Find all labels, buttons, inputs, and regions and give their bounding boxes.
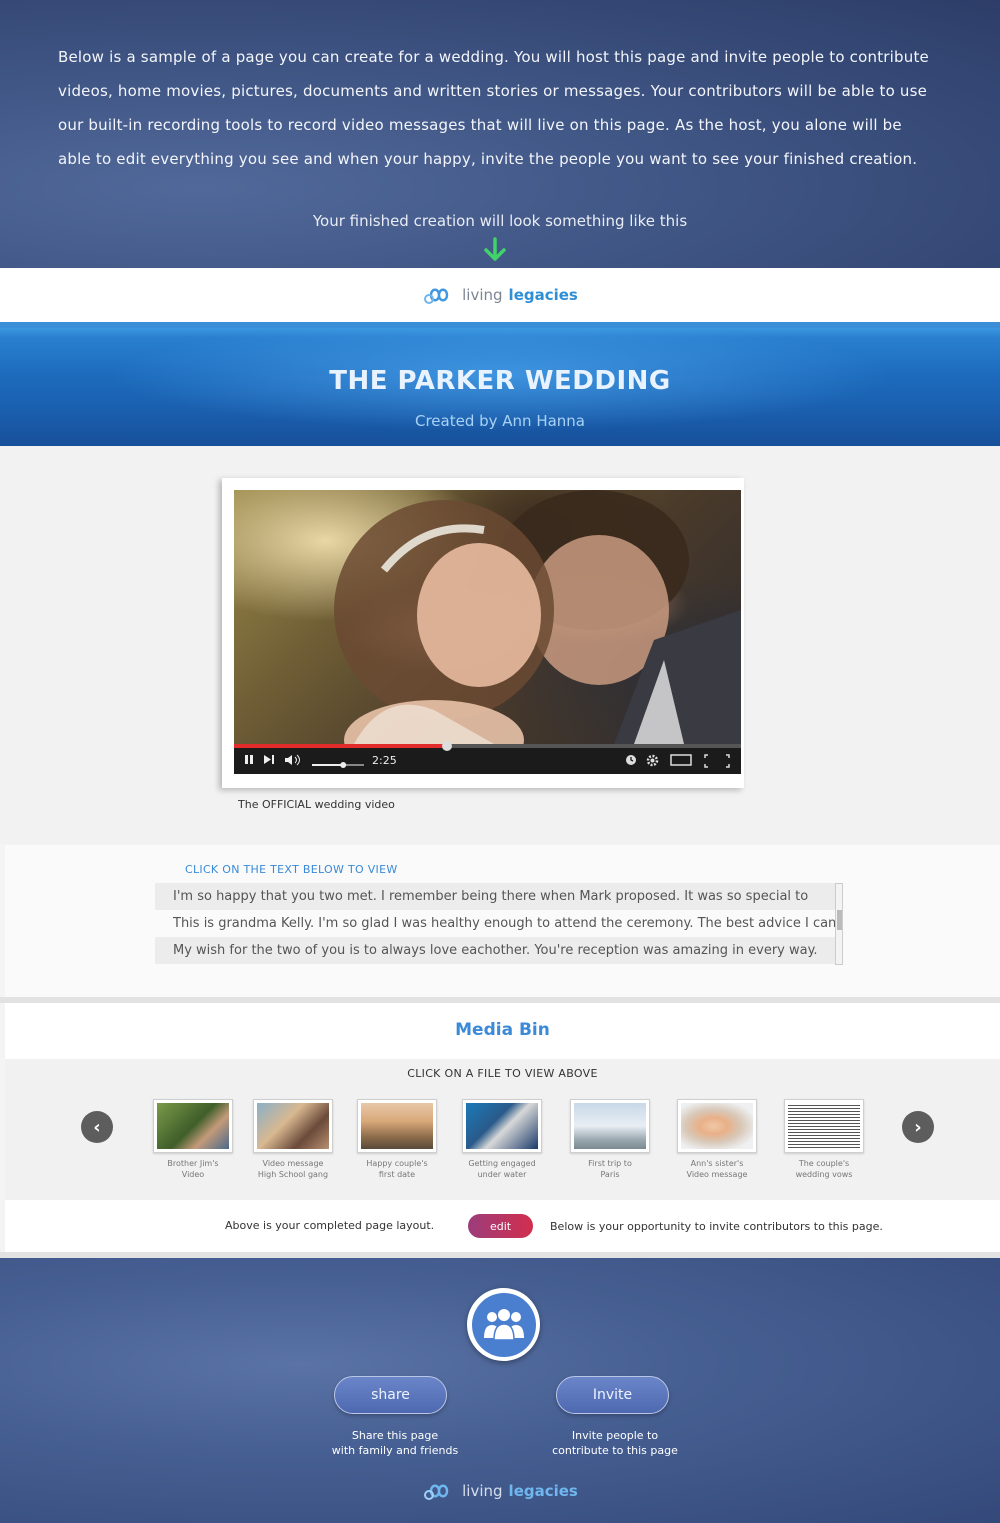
media-bin-title: Media Bin [455,1020,550,1040]
media-item-label: The couple's [798,1159,850,1168]
intro-paragraph: Below is a sample of a page you can crea… [58,48,929,168]
intro-subline: Your finished creation will look somethi… [312,212,688,230]
pause-icon[interactable] [244,754,254,767]
media-item-paris[interactable]: First trip to Paris [570,1099,650,1180]
media-item-high-school[interactable]: Video message High School gang [253,1099,333,1180]
media-item-label: Happy couple's [366,1159,428,1168]
page-banner: THE PARKER WEDDING Created by Ann Hanna [0,322,1000,446]
arrow-down-icon [484,237,506,261]
media-item-label: wedding vows [795,1170,853,1179]
scrollbar-thumb[interactable] [837,910,842,930]
video-controls: 2:25 [234,741,741,774]
volume-icon[interactable] [284,754,302,768]
share-description: Share this page with family and friends [320,1428,470,1458]
media-item-label: Video message [262,1159,324,1168]
messages-section: CLICK ON THE TEXT BELOW TO VIEW I'm so h… [5,845,1000,997]
logo-bar: living legacies [0,268,1000,322]
infinity-logo-icon [424,1484,449,1500]
media-item-label: first date [378,1170,416,1179]
media-item-label: Ann's sister's [690,1159,744,1168]
wedding-video-thumbnail[interactable] [234,490,741,744]
media-bin-hint: CLICK ON A FILE TO VIEW ABOVE [407,1067,598,1080]
fullscreen-icon[interactable] [704,754,730,770]
invite-description: Invite people to contribute to this page [535,1428,695,1458]
edit-button[interactable]: edit [468,1214,533,1238]
video-screen[interactable]: 2:25 [234,490,741,774]
video-section: 2:25 The OFFICIAL wedding video [0,446,1000,844]
invite-description-line: contribute to this page [552,1444,678,1457]
couple-photo [334,490,741,744]
media-item-label: Video message [686,1170,748,1179]
media-item-label: First trip to [588,1159,632,1168]
media-bin-header: Media Bin [5,1003,1000,1059]
footer: share Invite Share this page with family… [0,1258,1000,1523]
intro-section: Below is a sample of a page you can crea… [0,0,1000,268]
messages-heading: CLICK ON THE TEXT BELOW TO VIEW [185,863,398,876]
edit-bar: Above is your completed page layout. edi… [5,1200,1000,1252]
share-button[interactable]: share [334,1376,447,1414]
edit-bar-right-text: Below is your opportunity to invite cont… [550,1220,883,1233]
video-player: 2:25 [222,478,744,788]
logo-word-legacies: legacies [508,286,578,304]
media-item-label: Brother Jim's [167,1159,219,1168]
media-item-under-water[interactable]: Getting engaged under water [462,1099,542,1180]
footer-logo[interactable]: living legacies [0,1480,1000,1502]
invite-button[interactable]: Invite [556,1376,669,1414]
media-item-label: Video [181,1170,205,1179]
theater-mode-icon[interactable] [670,754,692,768]
progress-bar[interactable] [234,741,741,751]
list-item[interactable]: My wish for the two of you is to always … [155,937,843,964]
media-item-brother-jim[interactable]: Brother Jim's Video [153,1099,233,1180]
media-item-vows[interactable]: The couple's wedding vows [784,1099,864,1180]
living-legacies-logo[interactable]: living legacies [422,284,578,306]
media-item-label: under water [477,1170,527,1179]
media-item-label: Getting engaged [468,1159,536,1168]
group-icon [467,1288,540,1361]
progress-knob[interactable] [441,741,452,751]
share-description-line: Share this page [351,1429,439,1442]
chevron-right-icon[interactable]: › [902,1111,934,1143]
media-item-sister[interactable]: Ann's sister's Video message [677,1099,757,1180]
media-item-label: High School gang [257,1170,329,1179]
list-item[interactable]: This is grandma Kelly. I'm so glad I was… [155,910,843,937]
progress-fill [234,744,447,748]
page-creator: Created by Ann Hanna [414,412,586,430]
video-time: 2:25 [372,754,397,767]
next-icon[interactable] [263,754,275,767]
clock-icon[interactable] [625,754,637,768]
logo-word-living: living [462,286,503,304]
gear-icon[interactable] [646,754,659,769]
messages-list: I'm so happy that you two met. I remembe… [155,883,843,965]
invite-description-line: Invite people to [571,1429,659,1442]
logo-word-living: living [462,1482,503,1500]
page-title: THE PARKER WEDDING [329,366,671,396]
share-description-line: with family and friends [331,1444,459,1457]
media-bin: CLICK ON A FILE TO VIEW ABOVE ‹ › Brothe… [5,1059,1000,1200]
messages-scrollbar[interactable] [835,883,843,965]
infinity-logo-icon [424,288,449,304]
volume-slider[interactable] [312,758,366,770]
video-caption: The OFFICIAL wedding video [238,798,395,811]
chevron-left-icon[interactable]: ‹ [81,1111,113,1143]
list-item[interactable]: I'm so happy that you two met. I remembe… [155,883,843,910]
logo-word-legacies: legacies [508,1482,578,1500]
media-item-label: Paris [600,1170,620,1179]
edit-bar-left-text: Above is your completed page layout. [225,1219,435,1232]
people-group-icon [483,1308,524,1341]
media-item-first-date[interactable]: Happy couple's first date [357,1099,437,1180]
